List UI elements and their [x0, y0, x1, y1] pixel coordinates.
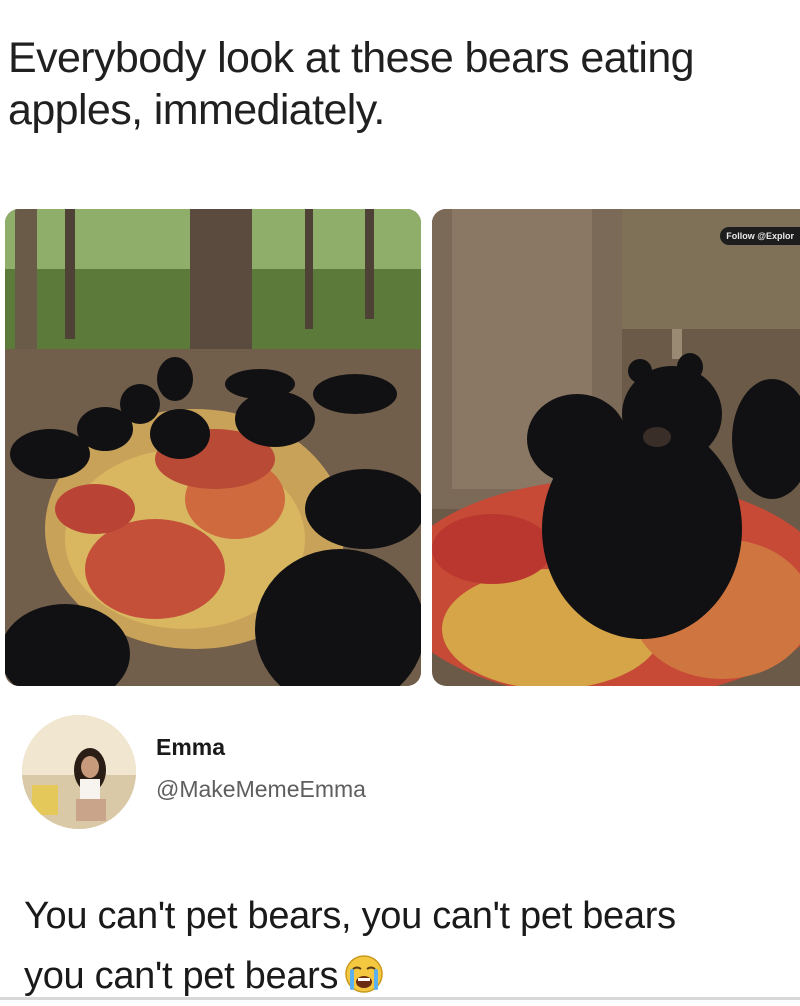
reply-text: You can't pet bears, you can't pet bears… — [24, 886, 800, 1006]
crying-face-emoji-icon — [344, 952, 384, 993]
reply-line-2-text: you can't pet bears — [24, 955, 339, 997]
author-handle[interactable]: @MakeMemeEmma — [156, 776, 366, 803]
post-caption: Everybody look at these bears eating app… — [8, 34, 695, 134]
photo-bears-group[interactable] — [5, 209, 421, 686]
reply-line-1: You can't pet bears, you can't pet bears — [24, 895, 676, 937]
author-name[interactable]: Emma — [156, 734, 225, 761]
photo-bear-sitting[interactable]: Follow @Explor — [432, 209, 800, 686]
avatar[interactable] — [22, 715, 136, 829]
watermark-label: Follow @Explor — [720, 227, 800, 245]
